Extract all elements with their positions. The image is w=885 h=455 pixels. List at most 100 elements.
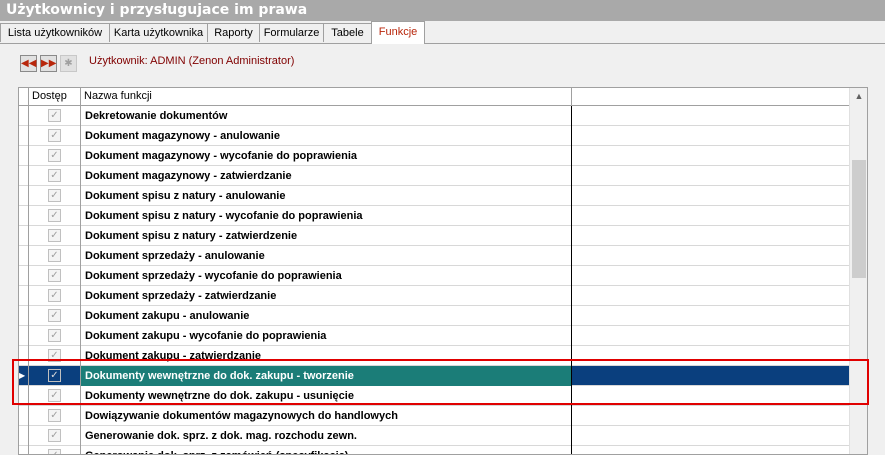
function-name: Dokument magazynowy - wycofanie do popra…	[81, 146, 572, 166]
table-row[interactable]: ✓ Dokument magazynowy - zatwierdzanie	[19, 166, 849, 186]
function-name: Dokument sprzedaży - zatwierdzanie	[81, 286, 572, 306]
checkbox-icon[interactable]: ✓	[48, 129, 61, 142]
tab-tabele[interactable]: Tabele	[323, 23, 372, 42]
table-row[interactable]: ✓ Dokument sprzedaży - wycofanie do popra…	[19, 266, 849, 286]
row-indicator	[19, 326, 29, 346]
next-record-button[interactable]: ▶▶	[40, 55, 57, 72]
checkbox-icon[interactable]: ✓	[48, 169, 61, 182]
table-row[interactable]: ✓ Dokument magazynowy - wycofanie do popr…	[19, 146, 849, 166]
access-checkbox-cell[interactable]: ✓	[29, 446, 81, 454]
row-indicator	[19, 106, 29, 126]
access-checkbox-cell[interactable]: ✓	[29, 226, 81, 246]
table-row[interactable]: ✓ Dokument zakupu - wycofanie do poprawie…	[19, 326, 849, 346]
function-name: Generowanie dok. sprz. z dok. mag. rozch…	[81, 426, 572, 446]
access-checkbox-cell[interactable]: ✓	[29, 326, 81, 346]
access-checkbox-cell[interactable]: ✓	[29, 306, 81, 326]
scroll-up-icon[interactable]: ▲	[850, 88, 867, 105]
table-row[interactable]: ✓ Dowiązywanie dokumentów magazynowych do…	[19, 406, 849, 426]
scroll-thumb[interactable]	[852, 160, 866, 278]
function-name: Dokument magazynowy - zatwierdzanie	[81, 166, 572, 186]
checkbox-icon[interactable]: ✓	[48, 449, 61, 454]
functions-grid: Dostęp Nazwa funkcji ✓ Dekretowanie dokum…	[18, 87, 868, 455]
table-row[interactable]: ✓ Dokument sprzedaży - zatwierdzanie	[19, 286, 849, 306]
access-checkbox-cell[interactable]: ✓	[29, 146, 81, 166]
access-checkbox-cell[interactable]: ✓	[29, 246, 81, 266]
gear-icon: ✱	[64, 58, 73, 69]
function-name: Dokument zakupu - zatwierdzanie	[81, 346, 572, 366]
table-row[interactable]: ▶ ✓ Dokumenty wewnętrzne do dok. zakupu - …	[19, 366, 849, 386]
grid-header: Dostęp Nazwa funkcji	[19, 88, 849, 106]
checkbox-icon[interactable]: ✓	[48, 149, 61, 162]
function-name: Generowanie dok. sprz. z zamówień (specy…	[81, 446, 572, 454]
function-name: Dokument sprzedaży - wycofanie do popraw…	[81, 266, 572, 286]
window-title: Użytkownicy i przysługujace im prawa	[0, 0, 885, 21]
function-name: Dokument spisu z natury - wycofanie do p…	[81, 206, 572, 226]
header-dostep[interactable]: Dostęp	[29, 88, 81, 105]
table-row[interactable]: ✓ Generowanie dok. sprz. z dok. mag. rozc…	[19, 426, 849, 446]
table-row[interactable]: ✓ Dokument magazynowy - anulowanie	[19, 126, 849, 146]
table-row[interactable]: ✓ Dokument spisu z natury - anulowanie	[19, 186, 849, 206]
checkbox-icon[interactable]: ✓	[48, 369, 61, 382]
access-checkbox-cell[interactable]: ✓	[29, 346, 81, 366]
row-indicator	[19, 266, 29, 286]
tab-raporty[interactable]: Raporty	[207, 23, 260, 42]
function-name: Dokument spisu z natury - zatwierdzenie	[81, 226, 572, 246]
function-name: Dekretowanie dokumentów	[81, 106, 572, 126]
access-checkbox-cell[interactable]: ✓	[29, 106, 81, 126]
first-record-button[interactable]: ◀◀	[20, 55, 37, 72]
tab-karta-uzytkownika[interactable]: Karta użytkownika	[109, 23, 208, 42]
header-indicator	[19, 88, 29, 105]
row-indicator	[19, 186, 29, 206]
vertical-scrollbar[interactable]: ▲	[849, 88, 867, 454]
table-row[interactable]: ✓ Generowanie dok. sprz. z zamówień (spec…	[19, 446, 849, 454]
checkbox-icon[interactable]: ✓	[48, 109, 61, 122]
access-checkbox-cell[interactable]: ✓	[29, 206, 81, 226]
function-name: Dokumenty wewnętrzne do dok. zakupu - tw…	[81, 366, 572, 386]
table-row[interactable]: ✓ Dokument spisu z natury - zatwierdzenie	[19, 226, 849, 246]
checkbox-icon[interactable]: ✓	[48, 329, 61, 342]
function-name: Dokument magazynowy - anulowanie	[81, 126, 572, 146]
function-name: Dokumenty wewnętrzne do dok. zakupu - us…	[81, 386, 572, 406]
checkbox-icon[interactable]: ✓	[48, 249, 61, 262]
checkbox-icon[interactable]: ✓	[48, 229, 61, 242]
checkbox-icon[interactable]: ✓	[48, 269, 61, 282]
table-row[interactable]: ✓ Dokument zakupu - anulowanie	[19, 306, 849, 326]
access-checkbox-cell[interactable]: ✓	[29, 286, 81, 306]
row-indicator	[19, 386, 29, 406]
table-row[interactable]: ✓ Dokument zakupu - zatwierdzanie	[19, 346, 849, 366]
double-right-arrow-icon: ▶▶	[41, 58, 57, 69]
checkbox-icon[interactable]: ✓	[48, 289, 61, 302]
access-checkbox-cell[interactable]: ✓	[29, 186, 81, 206]
row-indicator	[19, 346, 29, 366]
checkbox-icon[interactable]: ✓	[48, 429, 61, 442]
access-checkbox-cell[interactable]: ✓	[29, 406, 81, 426]
access-checkbox-cell[interactable]: ✓	[29, 426, 81, 446]
tab-lista-uzytkownikow[interactable]: Lista użytkowników	[0, 23, 110, 42]
row-indicator	[19, 306, 29, 326]
checkbox-icon[interactable]: ✓	[48, 309, 61, 322]
access-checkbox-cell[interactable]: ✓	[29, 386, 81, 406]
row-indicator	[19, 126, 29, 146]
checkbox-icon[interactable]: ✓	[48, 349, 61, 362]
disabled-action-button[interactable]: ✱	[60, 55, 77, 72]
access-checkbox-cell[interactable]: ✓	[29, 366, 81, 386]
checkbox-icon[interactable]: ✓	[48, 209, 61, 222]
function-name: Dokument sprzedaży - anulowanie	[81, 246, 572, 266]
table-row[interactable]: ✓ Dokumenty wewnętrzne do dok. zakupu - u…	[19, 386, 849, 406]
checkbox-icon[interactable]: ✓	[48, 409, 61, 422]
table-row[interactable]: ✓ Dokument sprzedaży - anulowanie	[19, 246, 849, 266]
user-label: Użytkownik: ADMIN (Zenon Administrator)	[89, 55, 295, 67]
header-nazwa-funkcji[interactable]: Nazwa funkcji	[81, 88, 572, 105]
double-left-arrow-icon: ◀◀	[21, 58, 37, 69]
tab-formularze[interactable]: Formularze	[259, 23, 324, 42]
tab-funkcje[interactable]: Funkcje	[371, 21, 425, 44]
access-checkbox-cell[interactable]: ✓	[29, 166, 81, 186]
checkbox-icon[interactable]: ✓	[48, 389, 61, 402]
table-row[interactable]: ✓ Dokument spisu z natury - wycofanie do …	[19, 206, 849, 226]
checkbox-icon[interactable]: ✓	[48, 189, 61, 202]
row-indicator	[19, 446, 29, 454]
access-checkbox-cell[interactable]: ✓	[29, 266, 81, 286]
row-indicator: ▶	[19, 366, 29, 386]
access-checkbox-cell[interactable]: ✓	[29, 126, 81, 146]
table-row[interactable]: ✓ Dekretowanie dokumentów	[19, 106, 849, 126]
